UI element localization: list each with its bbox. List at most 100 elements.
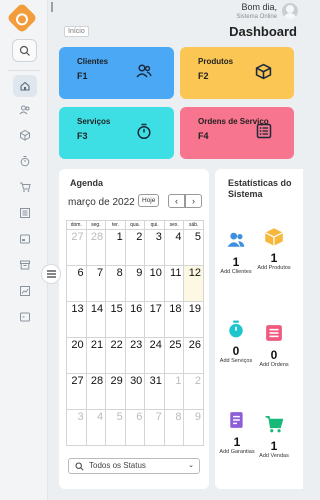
card-produtos[interactable]: Produtos F2 <box>180 47 294 99</box>
stat-add-ordens[interactable]: 0 Add Ordens <box>254 324 294 369</box>
sidebar-item-servicos[interactable] <box>13 150 37 172</box>
calendar-day[interactable]: 28 <box>87 230 107 265</box>
calendar-day[interactable]: 9 <box>184 410 203 445</box>
document-icon <box>20 234 30 244</box>
weekday-label: dom. <box>67 221 87 229</box>
user-greeting[interactable]: Bom dia, Sistema Online <box>236 3 277 22</box>
calendar-day[interactable]: 2 <box>126 230 146 265</box>
status-filter-select[interactable]: Todos os Status ⌄ <box>68 458 200 474</box>
sidebar-item-configuracoes[interactable] <box>13 306 37 328</box>
app-logo[interactable] <box>6 2 38 34</box>
sidebar-item-ordens[interactable] <box>13 202 37 224</box>
calendar-day[interactable]: 20 <box>67 338 87 373</box>
calendar-day[interactable]: 3 <box>145 230 165 265</box>
calendar-day[interactable]: 28 <box>87 374 107 409</box>
calendar-day[interactable]: 21 <box>87 338 107 373</box>
calendar-day[interactable]: 29 <box>106 374 126 409</box>
calendar-day[interactable]: 5 <box>106 410 126 445</box>
stat-add-clientes[interactable]: 1 Add Clientes <box>216 231 256 276</box>
stat-add-garantias[interactable]: 1 Add Garantias <box>217 411 257 456</box>
calendar-day[interactable]: 1 <box>165 374 185 409</box>
stat-count: 1 <box>232 255 240 269</box>
stopwatch-icon <box>229 320 243 338</box>
chart-icon <box>20 286 30 296</box>
breadcrumb[interactable]: Início <box>64 26 89 37</box>
card-clientes[interactable]: Clientes F1 <box>59 47 174 99</box>
sidebar-divider <box>8 70 40 71</box>
sidebar-item-vendas[interactable] <box>13 176 37 198</box>
calendar-day[interactable]: 1 <box>106 230 126 265</box>
avatar[interactable] <box>282 3 298 19</box>
card-title: Clientes <box>77 57 109 66</box>
next-month-button[interactable]: › <box>185 194 202 208</box>
stats-title: Estatísticas do Sistema <box>228 178 292 199</box>
calendar-day[interactable]: 25 <box>165 338 185 373</box>
document-icon <box>230 412 243 428</box>
calendar-day[interactable]: 13 <box>67 302 87 337</box>
sidebar-search-button[interactable] <box>12 39 37 62</box>
calendar-day[interactable]: 26 <box>184 338 203 373</box>
weekday-label: sex. <box>165 221 185 229</box>
page-title: Dashboard <box>229 24 297 39</box>
calendar-day[interactable]: 3 <box>67 410 87 445</box>
sidebar-item-garantias[interactable] <box>13 228 37 250</box>
calendar-day[interactable]: 23 <box>126 338 146 373</box>
stat-label: Add Ordens <box>259 362 289 368</box>
calendar-day[interactable]: 27 <box>67 230 87 265</box>
prev-month-button[interactable]: ‹ <box>168 194 185 208</box>
card-title: Ordens de Serviço <box>198 117 269 126</box>
calendar-day[interactable]: 24 <box>145 338 165 373</box>
calendar-day[interactable]: 18 <box>165 302 185 337</box>
stat-count: 1 <box>270 439 278 453</box>
calendar-day[interactable]: 31 <box>145 374 165 409</box>
card-servicos[interactable]: Serviços F3 <box>59 107 174 159</box>
stat-add-servicos[interactable]: 0 Add Serviços <box>216 320 256 365</box>
stat-label: Add Clientes <box>220 269 252 275</box>
calendar-day-today[interactable]: 12 <box>184 266 204 301</box>
calendar-day[interactable]: 17 <box>145 302 165 337</box>
stat-add-vendas[interactable]: 1 Add Vendas <box>254 415 294 460</box>
calendar-day[interactable]: 14 <box>87 302 107 337</box>
calendar-week: 13 14 15 16 17 18 19 <box>67 302 203 338</box>
calendar-day[interactable]: 10 <box>145 266 165 301</box>
calendar-day[interactable]: 30 <box>126 374 146 409</box>
users-icon <box>136 64 152 78</box>
calendar-day[interactable]: 8 <box>165 410 185 445</box>
calendar-day[interactable]: 27 <box>67 374 87 409</box>
sidebar-item-clientes[interactable] <box>13 99 37 121</box>
card-shortcut: F2 <box>198 71 209 81</box>
sidebar-item-arquivos[interactable] <box>13 254 37 276</box>
card-title: Produtos <box>198 57 234 66</box>
calendar-day[interactable]: 4 <box>87 410 107 445</box>
calendar-day[interactable]: 7 <box>87 266 107 301</box>
calendar-day[interactable]: 5 <box>184 230 203 265</box>
sidebar-item-relatorios[interactable] <box>13 280 37 302</box>
sidebar-toggle-button[interactable] <box>41 264 61 284</box>
sidebar-item-home[interactable] <box>13 75 37 97</box>
calendar-day[interactable]: 22 <box>106 338 126 373</box>
calendar-day[interactable]: 4 <box>165 230 185 265</box>
calendar-day[interactable]: 15 <box>106 302 126 337</box>
search-icon <box>19 45 30 56</box>
calendar-day[interactable]: 2 <box>184 374 203 409</box>
archive-icon <box>20 260 30 270</box>
stat-add-produtos[interactable]: 1 Add Produtos <box>254 227 294 272</box>
today-button[interactable]: Hoje <box>138 194 160 207</box>
calendar-day[interactable]: 6 <box>126 410 146 445</box>
cart-icon <box>20 182 31 192</box>
calendar-day[interactable]: 6 <box>67 266 87 301</box>
calendar-week: 3 4 5 6 7 8 9 <box>67 410 203 445</box>
agenda-title: Agenda <box>70 178 104 188</box>
calendar-day[interactable]: 19 <box>184 302 203 337</box>
calendar-day[interactable]: 16 <box>126 302 146 337</box>
calendar-day[interactable]: 7 <box>145 410 165 445</box>
card-ordens-de-servico[interactable]: Ordens de Serviço F4 <box>180 107 294 159</box>
calendar-weekday-header: dom. seg. ter. qua. qui. sex. sáb. <box>66 220 204 229</box>
calendar-day[interactable]: 9 <box>126 266 146 301</box>
calendar-day[interactable]: 8 <box>106 266 126 301</box>
stat-label: Add Vendas <box>259 453 289 459</box>
stopwatch-icon <box>20 156 30 167</box>
calendar-day[interactable]: 11 <box>165 266 185 301</box>
sidebar-item-produtos[interactable] <box>13 124 37 146</box>
chevron-down-icon: ⌄ <box>188 462 194 469</box>
